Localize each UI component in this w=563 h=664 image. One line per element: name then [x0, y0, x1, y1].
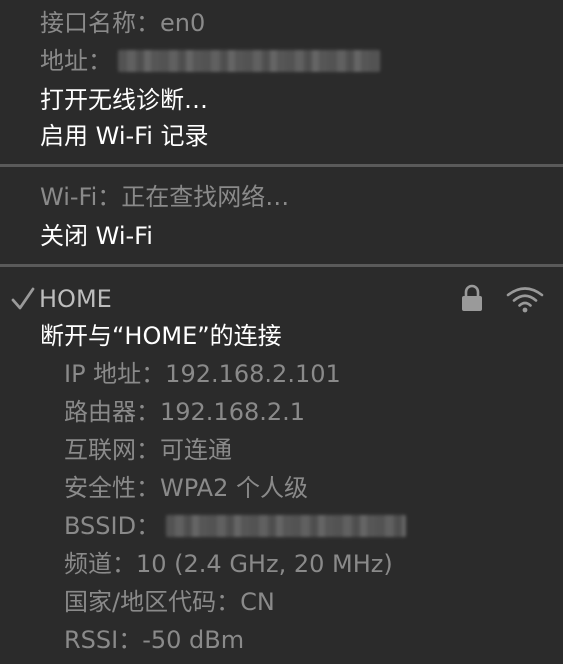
lock-icon — [460, 283, 484, 313]
turn-off-wifi-label: 关闭 Wi-Fi — [40, 222, 153, 250]
enable-wifi-logging-item[interactable]: 启用 Wi-Fi 记录 — [0, 117, 563, 155]
turn-off-wifi-item[interactable]: 关闭 Wi-Fi — [0, 217, 563, 255]
detail-rssi-row: RSSI：-50 dBm — [0, 621, 563, 659]
wifi-signal-icon — [505, 285, 545, 313]
detail-internet: 互联网：可连通 — [64, 436, 232, 464]
enable-wifi-logging-label: 启用 Wi-Fi 记录 — [40, 122, 209, 150]
detail-channel: 频道：10 (2.4 GHz, 20 MHz) — [64, 550, 393, 578]
detail-country-row: 国家/地区代码：CN — [0, 583, 563, 621]
detail-bssid-row: BSSID： — [0, 507, 563, 545]
network-name: HOME — [39, 285, 112, 313]
redacted-bssid — [166, 515, 407, 537]
disconnect-network-item[interactable]: 断开与“HOME”的连接 — [0, 317, 563, 355]
interface-address-label: 地址： — [40, 47, 112, 75]
detail-ip-row: IP 地址：192.168.2.101 — [0, 355, 563, 393]
open-wireless-diagnostics-label: 打开无线诊断… — [40, 86, 208, 114]
detail-router-row: 路由器：192.168.2.1 — [0, 393, 563, 431]
disconnect-network-label: 断开与“HOME”的连接 — [40, 322, 282, 350]
menu-separator — [0, 264, 563, 267]
interface-name-row: 接口名称： en0 — [0, 4, 563, 42]
detail-channel-row: 频道：10 (2.4 GHz, 20 MHz) — [0, 545, 563, 583]
interface-name-label: 接口名称： — [40, 9, 160, 37]
detail-security-row: 安全性：WPA2 个人级 — [0, 469, 563, 507]
detail-internet-row: 互联网：可连通 — [0, 431, 563, 469]
detail-security: 安全性：WPA2 个人级 — [64, 474, 308, 502]
wifi-status-menu: 接口名称： en0 地址： 打开无线诊断… 启用 Wi-Fi 记录 Wi-Fi：正… — [0, 0, 563, 664]
detail-ip-address: IP 地址：192.168.2.101 — [64, 360, 341, 388]
detail-rssi: RSSI：-50 dBm — [64, 626, 245, 654]
wifi-status-row: Wi-Fi：正在查找网络… — [0, 178, 563, 216]
interface-address-row: 地址： — [0, 42, 563, 80]
menu-separator — [0, 164, 563, 167]
wifi-status-label: Wi-Fi：正在查找网络… — [40, 183, 290, 211]
open-wireless-diagnostics-item[interactable]: 打开无线诊断… — [0, 81, 563, 119]
checkmark-icon — [10, 280, 36, 318]
detail-router: 路由器：192.168.2.1 — [64, 398, 306, 426]
detail-bssid-label: BSSID： — [64, 512, 161, 540]
redacted-address — [118, 50, 380, 72]
detail-country-code: 国家/地区代码：CN — [64, 588, 275, 616]
interface-name-value: en0 — [160, 9, 206, 37]
